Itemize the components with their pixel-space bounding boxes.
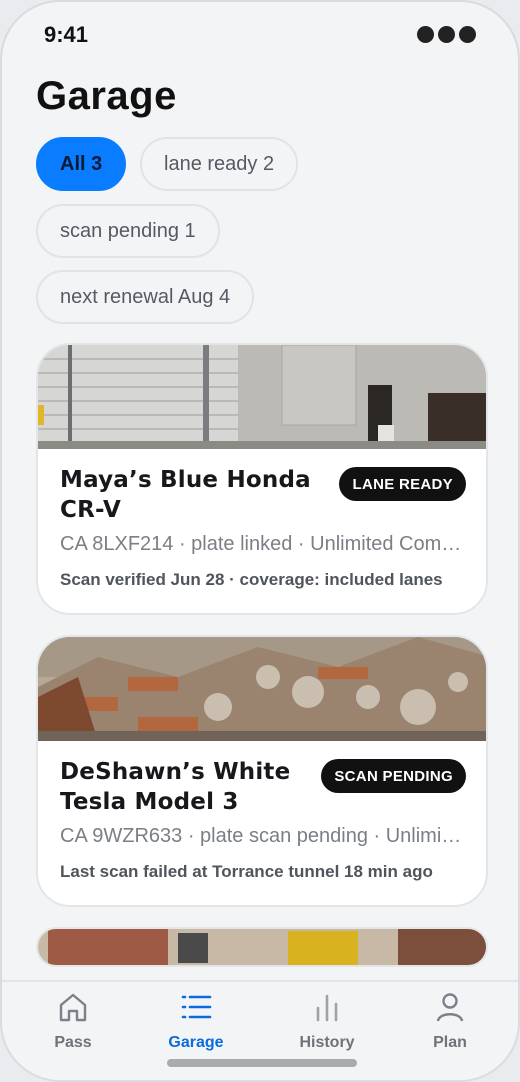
filter-chip-scan-pending[interactable]: scan pending 1 (36, 204, 220, 258)
filter-chip-next-renewal[interactable]: next renewal Aug 4 (36, 270, 255, 324)
tab-garage[interactable]: Garage (146, 990, 246, 1052)
vehicle-subtitle: CA 9WZR633 · plate scan pending · Unlimi… (60, 825, 464, 847)
home-indicator[interactable] (167, 1059, 357, 1067)
status-badge: SCAN PENDING (321, 759, 466, 793)
page-title: Garage (36, 74, 177, 118)
status-indicators-icon (417, 26, 476, 43)
tab-label: Pass (54, 1034, 92, 1051)
filter-chip-all[interactable]: All 3 (36, 137, 127, 191)
list-icon (181, 995, 212, 1019)
vehicle-note: Last scan failed at Torrance tunnel 18 m… (60, 862, 433, 881)
tab-label: History (299, 1034, 355, 1051)
vehicle-card[interactable]: Maya’s Blue Honda CR-V LANE READY CA 8LX… (36, 343, 488, 615)
vehicle-photo (38, 929, 486, 965)
status-time: 9:41 (44, 22, 89, 47)
vehicle-title: DeShawn’s White Tesla Model 3 (60, 759, 291, 815)
tab-history[interactable]: History (277, 990, 377, 1052)
tab-pass[interactable]: Pass (23, 990, 123, 1052)
vehicle-card[interactable]: DeShawn’s White Tesla Model 3 SCAN PENDI… (36, 635, 488, 907)
vehicle-card[interactable] (36, 927, 488, 967)
tab-label: Garage (168, 1034, 224, 1051)
filter-chip-lane-ready[interactable]: lane ready 2 (140, 137, 299, 191)
vehicle-photo (38, 637, 486, 741)
tab-plan[interactable]: Plan (400, 990, 500, 1052)
home-icon (59, 993, 87, 1022)
person-icon (436, 993, 464, 1022)
vehicle-title: Maya’s Blue Honda CR-V (60, 467, 311, 523)
bar-chart-icon (316, 994, 338, 1022)
vehicle-photo (38, 345, 486, 449)
vehicle-note: Scan verified Jun 28 · coverage: include… (60, 570, 443, 589)
status-bar: 9:41 (2, 2, 518, 66)
phone-frame: 9:41 Garage All 3 lane ready 2 scan pend… (0, 0, 520, 1082)
status-badge: LANE READY (339, 467, 466, 501)
tab-label: Plan (433, 1034, 467, 1051)
vehicle-subtitle: CA 8LXF214 · plate linked · Unlimited Co… (60, 533, 464, 555)
